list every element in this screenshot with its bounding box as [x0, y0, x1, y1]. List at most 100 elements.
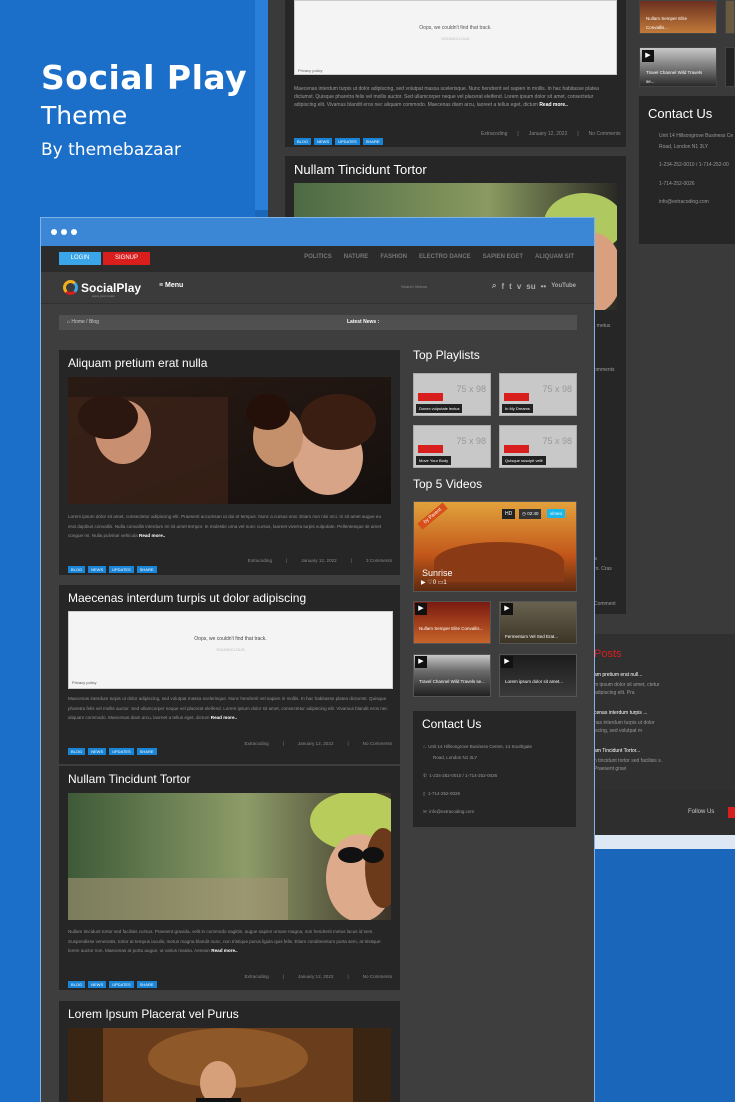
- vimeo-icon[interactable]: v: [517, 282, 521, 291]
- video-thumb[interactable]: ▶ Lorem ipsum dolor sit amet...: [499, 654, 577, 697]
- contact-email[interactable]: ✉ info@extracoding.com: [423, 806, 474, 817]
- promo-title: Social Play: [41, 58, 248, 97]
- post-comments[interactable]: No Comments: [363, 974, 392, 979]
- post-title[interactable]: Lorem Ipsum Placerat vel Purus: [68, 1007, 239, 1021]
- flickr-icon[interactable]: ••: [541, 282, 547, 291]
- tag-updates[interactable]: UPDATES: [109, 566, 134, 573]
- youtube-icon[interactable]: YouTube: [551, 283, 576, 289]
- signup-button[interactable]: SIGNUP: [103, 252, 150, 265]
- featured-video-title[interactable]: Sunrise: [422, 568, 453, 578]
- post-comments[interactable]: No Comments: [363, 741, 392, 746]
- back-tag[interactable]: NEWS: [314, 138, 333, 145]
- playlist-item[interactable]: 75 x 98 In My Dreams: [499, 373, 577, 416]
- home-icon[interactable]: ⌂: [67, 319, 70, 325]
- read-more-link[interactable]: Read more..: [211, 715, 237, 720]
- search-input[interactable]: Search Videos: [401, 284, 427, 289]
- post-title[interactable]: Nullam Tincidunt Tortor: [68, 772, 191, 786]
- tag-blog[interactable]: BLOG: [68, 566, 86, 573]
- tag-news[interactable]: NEWS: [88, 981, 107, 988]
- nav-item-politics[interactable]: POLITICS: [304, 254, 332, 260]
- vimeo-badge[interactable]: vimeo: [547, 509, 566, 518]
- back-post-title[interactable]: Nullam Tincidunt Tortor: [294, 162, 427, 177]
- post-title[interactable]: Aliquam pretium erat nulla: [68, 356, 207, 370]
- window-titlebar: [41, 218, 594, 246]
- back-share[interactable]: SHARE: [362, 138, 383, 145]
- promo-block: Social Play Theme By themebazaar: [41, 58, 247, 160]
- playlist-label: Quisque suscipit velit: [502, 456, 546, 465]
- playlist-item[interactable]: 75 x 98 Move Your Body: [413, 425, 491, 468]
- login-button[interactable]: LOGIN: [59, 252, 101, 265]
- back-video-thumb[interactable]: [725, 47, 735, 87]
- video-thumb[interactable]: ▶ Travel Channel Wild Travels se...: [413, 654, 491, 697]
- back-social-icon[interactable]: [728, 807, 735, 818]
- back-tag[interactable]: UPDATES: [335, 138, 360, 145]
- post-image[interactable]: [68, 1028, 391, 1102]
- tag-updates[interactable]: UPDATES: [109, 981, 134, 988]
- playlist-label: Donec vulputate lectus: [416, 404, 463, 413]
- back-recent-title[interactable]: am Tincidunt Tortor...: [594, 748, 640, 754]
- nav-item-electro-dance[interactable]: ELECTRO DANCE: [419, 254, 471, 260]
- window-dot-icon[interactable]: [61, 229, 67, 235]
- post-comments[interactable]: 3 Comments: [366, 558, 392, 563]
- back-fragment: Comment: [594, 601, 616, 607]
- tag-blog[interactable]: BLOG: [68, 748, 86, 755]
- playlist-item[interactable]: 75 x 98 Donec vulputate lectus: [413, 373, 491, 416]
- back-fragment: t metus: [594, 323, 611, 329]
- tag-news[interactable]: NEWS: [88, 748, 107, 755]
- logo-icon: [63, 280, 78, 295]
- read-more-link[interactable]: Read more..: [211, 948, 237, 953]
- placeholder-dim: 75 x 98: [456, 384, 486, 394]
- tag-news[interactable]: NEWS: [88, 566, 107, 573]
- back-video-thumb[interactable]: Nullam Semper Elite Convallis...: [639, 0, 717, 34]
- twitter-icon[interactable]: t: [509, 282, 512, 291]
- post-author[interactable]: Extracoding: [248, 558, 272, 563]
- facebook-icon[interactable]: f: [501, 282, 504, 291]
- site-logo[interactable]: SocialPlay: [63, 280, 141, 295]
- read-more-link[interactable]: Read more..: [139, 533, 165, 538]
- tag-updates[interactable]: UPDATES: [109, 748, 134, 755]
- post-title[interactable]: Maecenas interdum turpis ut dolor adipis…: [68, 591, 306, 605]
- featured-video[interactable]: by Parent HD ◷ 02:40 vimeo Sunrise ▶ ♡0 …: [413, 501, 577, 592]
- nav-item-nature[interactable]: NATURE: [344, 254, 369, 260]
- soundcloud-embed[interactable]: Oops, we couldn't find that track. SOUND…: [68, 611, 393, 689]
- nav-item-aliquam-sit[interactable]: ALIQUAM SIT: [535, 254, 574, 260]
- play-icon[interactable]: ▶: [421, 580, 426, 586]
- nav-item-sapien-eget[interactable]: SAPIEN EGET: [483, 254, 523, 260]
- playlist-item[interactable]: 75 x 98 Quisque suscipit velit: [499, 425, 577, 468]
- back-fragment: ro. Cras: [594, 566, 612, 572]
- nav-item-fashion[interactable]: FASHION: [380, 254, 407, 260]
- post-author[interactable]: Extracoding: [244, 741, 268, 746]
- video-caption: Nullam Semper Elite Convallis...: [419, 626, 484, 631]
- post-excerpt: Lorem ipsum dolor sit amet, consectetur …: [68, 514, 382, 539]
- contact-address-line2: Road, London N1 3LY: [433, 755, 478, 760]
- back-video-thumb[interactable]: ▶ Travel Channel Wild Travels se...: [639, 47, 717, 87]
- share-button[interactable]: SHARE: [136, 566, 157, 573]
- back-privacy-link[interactable]: Privacy policy: [298, 68, 322, 73]
- post-image[interactable]: [68, 377, 391, 504]
- back-recent-title[interactable]: cenas interdum turpis ...: [594, 710, 647, 716]
- back-read-more[interactable]: Read more..: [539, 102, 568, 108]
- video-thumb[interactable]: ▶ Fermentum Vel Sed Erat...: [499, 601, 577, 644]
- back-recent-title[interactable]: am pretium erat null...: [594, 672, 642, 678]
- post-excerpt: Maecenas interdum turpis ut dolor adipis…: [68, 696, 388, 721]
- tag-blog[interactable]: BLOG: [68, 981, 86, 988]
- share-button[interactable]: SHARE: [136, 748, 157, 755]
- privacy-policy-link[interactable]: Privacy policy: [72, 680, 96, 685]
- post-image[interactable]: [68, 793, 391, 920]
- breadcrumb-blog[interactable]: Blog: [89, 319, 99, 325]
- back-tag[interactable]: BLOG: [294, 138, 312, 145]
- video-thumb[interactable]: ▶ Nullam Semper Elite Convallis...: [413, 601, 491, 644]
- back-soundcloud-msg: Oops, we couldn't find that track.: [419, 25, 492, 31]
- stumbleupon-icon[interactable]: su: [526, 282, 535, 291]
- window-dot-icon[interactable]: [51, 229, 57, 235]
- share-button[interactable]: SHARE: [136, 981, 157, 988]
- play-icon: ▶: [642, 50, 654, 62]
- window-dot-icon[interactable]: [71, 229, 77, 235]
- back-video-thumb[interactable]: [725, 0, 735, 34]
- search-icon[interactable]: ⌕: [492, 281, 496, 291]
- post-author[interactable]: Extracoding: [244, 974, 268, 979]
- post-meta: Extracoding | January 12, 2022 | No Comments: [244, 974, 392, 979]
- post-excerpt: Nullam tincidunt tortor sed facilisis cu…: [68, 929, 381, 954]
- menu-button[interactable]: ≡ Menu: [159, 282, 183, 289]
- breadcrumb-home[interactable]: Home: [71, 319, 84, 325]
